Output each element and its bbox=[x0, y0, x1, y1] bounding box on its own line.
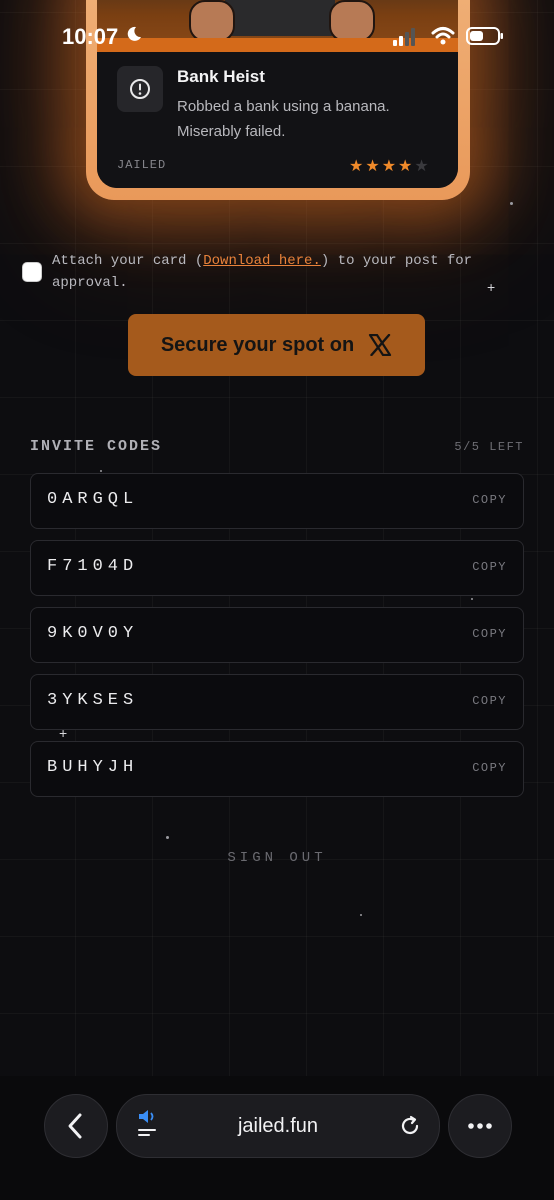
reload-icon[interactable] bbox=[399, 1115, 421, 1137]
invite-code: F7104D bbox=[47, 557, 139, 576]
invite-code: 3YKSES bbox=[47, 691, 139, 710]
chevron-left-icon bbox=[68, 1113, 82, 1139]
star-icon: ★ bbox=[349, 158, 366, 175]
card-body: Bank Heist Robbed a bank using a banana.… bbox=[97, 52, 458, 188]
invite-code-row: BUHYJH COPY bbox=[30, 741, 524, 797]
url-text: jailed.fun bbox=[237, 1115, 319, 1137]
more-options-button[interactable] bbox=[448, 1094, 512, 1158]
wifi-icon bbox=[431, 27, 455, 45]
attach-card-text: Attach your card (Download here.) to you… bbox=[52, 253, 473, 291]
sparkle-dot bbox=[510, 202, 513, 205]
alert-circle-icon bbox=[130, 79, 150, 99]
sparkle-dot bbox=[100, 470, 102, 472]
star-icon: ★ bbox=[398, 158, 415, 175]
invite-code-row: F7104D COPY bbox=[30, 540, 524, 596]
copy-button[interactable]: COPY bbox=[472, 627, 507, 641]
address-bar[interactable]: jailed.fun bbox=[116, 1094, 440, 1158]
back-button[interactable] bbox=[44, 1094, 108, 1158]
copy-button[interactable]: COPY bbox=[472, 493, 507, 507]
sparkle-dot bbox=[166, 836, 169, 839]
status-bar: 10:07 bbox=[0, 0, 554, 72]
sign-out-button[interactable]: SIGN OUT bbox=[0, 850, 554, 866]
attach-card-checkbox[interactable] bbox=[22, 262, 42, 282]
status-time: 10:07 bbox=[62, 24, 119, 49]
invite-code-row: 3YKSES COPY bbox=[30, 674, 524, 730]
star-icon: ★ bbox=[381, 158, 399, 175]
copy-button[interactable]: COPY bbox=[472, 560, 507, 574]
secure-spot-label: Secure your spot on bbox=[160, 333, 355, 356]
star-icon: ★ bbox=[365, 158, 382, 175]
card-status: JAILED bbox=[117, 158, 167, 172]
cellular-signal-icon bbox=[393, 28, 415, 46]
invite-code-row: 9K0V0Y COPY bbox=[30, 607, 524, 663]
copy-button[interactable]: COPY bbox=[472, 761, 507, 775]
battery-icon bbox=[466, 27, 503, 45]
sparkle-dot bbox=[471, 598, 473, 600]
download-card-link[interactable]: Download here. bbox=[203, 253, 321, 269]
ellipsis-icon bbox=[468, 1123, 492, 1129]
moon-icon bbox=[127, 26, 141, 41]
alert-icon-box bbox=[117, 66, 163, 112]
invite-code: 9K0V0Y bbox=[47, 624, 139, 643]
x-logo-icon bbox=[369, 334, 392, 356]
secure-spot-button[interactable]: Secure your spot on bbox=[128, 314, 425, 376]
invite-code: BUHYJH bbox=[47, 758, 139, 777]
card-rating: ★★★★★ bbox=[349, 156, 431, 176]
invite-code: 0ARGQL bbox=[47, 490, 139, 509]
copy-button[interactable]: COPY bbox=[472, 694, 507, 708]
card-description: Robbed a bank using a banana. Miserably … bbox=[177, 98, 390, 140]
sparkle-dot bbox=[360, 914, 362, 916]
invite-codes-remaining: 5/5 LEFT bbox=[454, 440, 524, 454]
invite-codes-title: INVITE CODES bbox=[30, 438, 163, 455]
invite-code-row: 0ARGQL COPY bbox=[30, 473, 524, 529]
star-empty-icon: ★ bbox=[414, 158, 431, 175]
